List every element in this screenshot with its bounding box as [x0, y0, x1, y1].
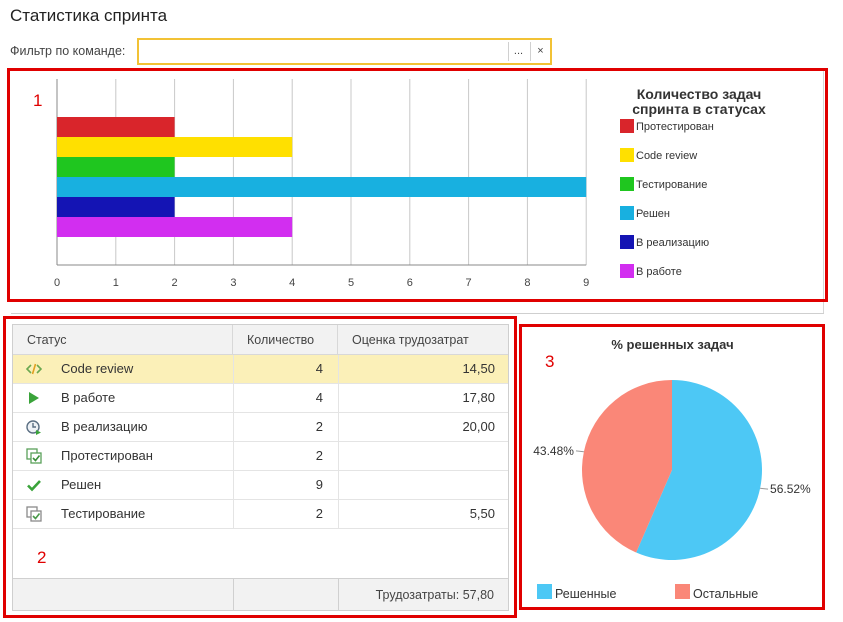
annotation-frame-2: [3, 316, 517, 618]
chart-panel-edge-bottom: [11, 313, 824, 314]
team-filter-label: Фильтр по команде:: [10, 44, 126, 58]
annotation-number-1: 1: [33, 91, 43, 110]
annotation-frame-1: [7, 68, 828, 302]
annotation-number-3: 3: [545, 352, 555, 371]
annotation-frame-3: [519, 324, 825, 610]
choose-team-button[interactable]: ...: [508, 42, 528, 61]
clear-filter-button[interactable]: ×: [530, 42, 550, 61]
page-title: Статистика спринта: [10, 6, 168, 25]
team-filter-input[interactable]: [139, 40, 508, 63]
annotation-number-2: 2: [37, 548, 47, 567]
team-filter-field[interactable]: ... ×: [137, 38, 552, 65]
